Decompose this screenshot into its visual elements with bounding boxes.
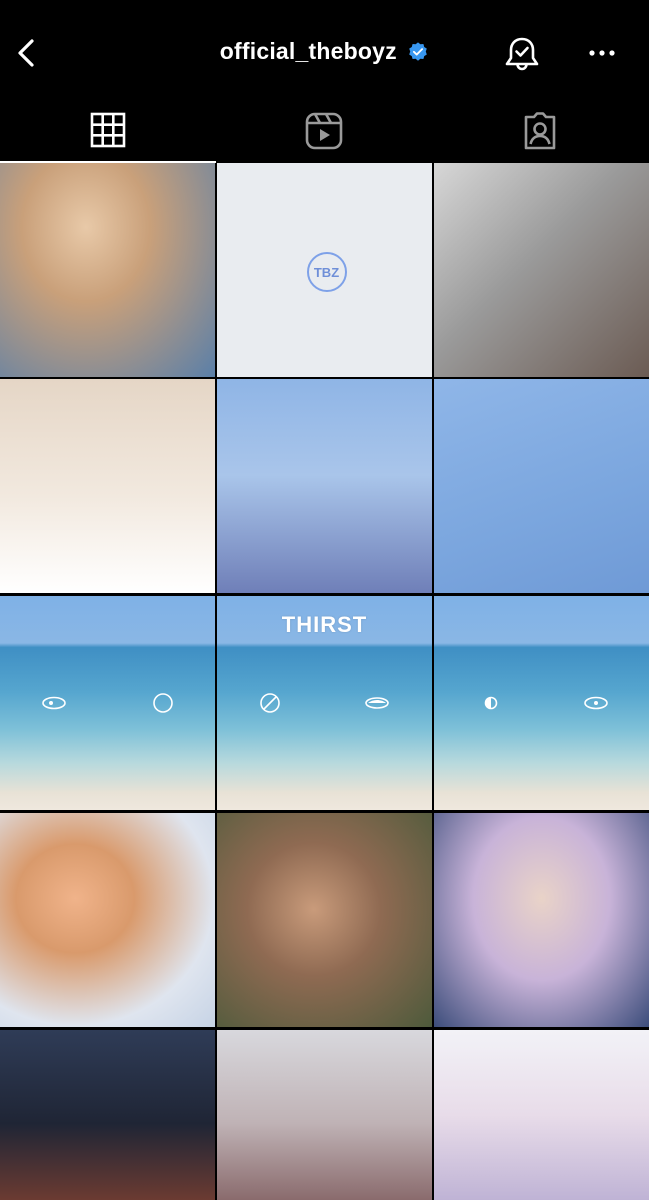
verified-badge-icon (409, 41, 428, 61)
profile-header: official_theboyz (0, 0, 649, 105)
more-options-button[interactable] (582, 38, 622, 68)
post-tile[interactable] (217, 379, 432, 593)
slashed-circle-glyph-icon (260, 693, 280, 713)
post-tile[interactable]: THIRST (217, 596, 432, 810)
post-tile[interactable] (434, 596, 649, 810)
post-tile[interactable] (0, 379, 215, 593)
tab-grid[interactable] (0, 105, 216, 163)
username-text: official_theboyz (219, 38, 397, 64)
post-tile[interactable]: TBZ (217, 163, 432, 377)
profile-title: official_theboyz (0, 38, 649, 65)
post-tile[interactable] (434, 163, 649, 377)
notifications-button[interactable] (500, 32, 544, 76)
reels-icon (305, 112, 343, 150)
eye-glyph-icon (584, 696, 608, 710)
post-grid: TBZ THIRST (0, 163, 649, 1200)
half-moon-glyph-icon (484, 696, 498, 710)
post-tile[interactable] (434, 1030, 649, 1200)
post-tile[interactable] (0, 813, 215, 1027)
post-tile[interactable] (217, 813, 432, 1027)
bell-check-icon (505, 37, 539, 71)
profile-tabs (0, 105, 649, 163)
lens-glyph-icon (365, 697, 389, 709)
thirst-text: THIRST (281, 612, 368, 637)
post-tile[interactable] (217, 1030, 432, 1200)
grid-icon (90, 112, 126, 148)
post-tile[interactable] (434, 379, 649, 593)
more-horizontal-icon (589, 50, 615, 56)
tagged-user-icon (524, 112, 556, 150)
tbz-logo: TBZ (306, 252, 347, 292)
circle-glyph-icon (153, 693, 173, 713)
eye-glyph-icon (42, 696, 66, 710)
post-tile[interactable] (0, 596, 215, 810)
tab-reels[interactable] (216, 105, 432, 163)
post-tile[interactable] (434, 813, 649, 1027)
post-tile[interactable] (0, 163, 215, 377)
post-tile[interactable] (0, 1030, 215, 1200)
tab-tagged[interactable] (432, 105, 648, 163)
